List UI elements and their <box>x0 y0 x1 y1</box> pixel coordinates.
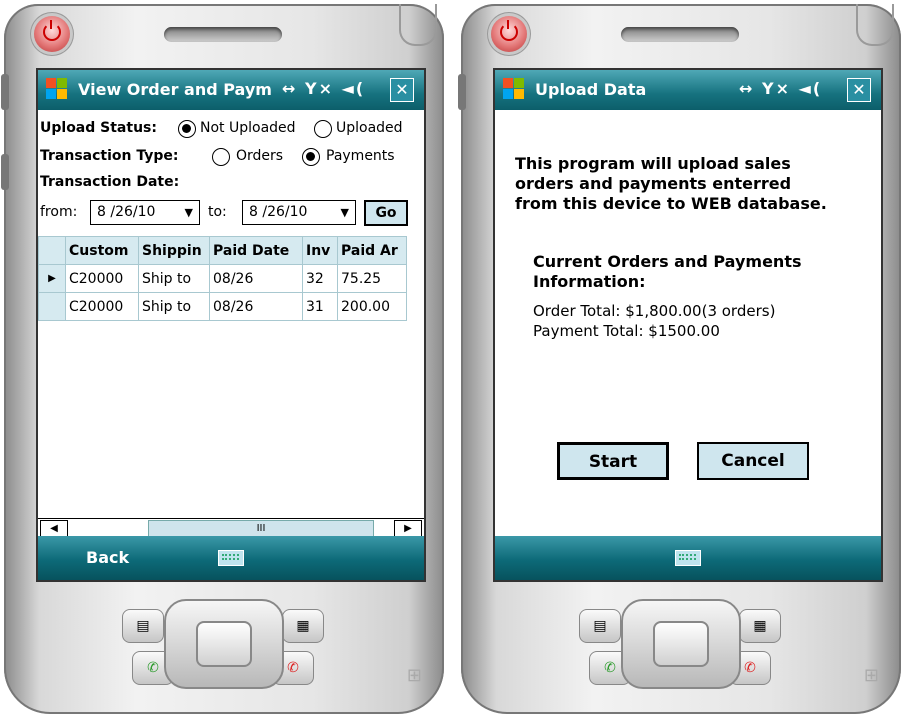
info-heading: Current Orders and Payments <box>533 252 802 271</box>
transaction-date-label: Transaction Date: <box>40 174 180 190</box>
dropdown-arrow-icon: ▼ <box>340 206 349 219</box>
start-button[interactable]: Start <box>557 442 669 480</box>
payment-total: Payment Total: $1500.00 <box>533 322 720 340</box>
windows-start-icon[interactable] <box>503 78 525 100</box>
table-row[interactable]: C20000 Ship to 08/26 31 200.00 <box>38 292 407 321</box>
close-button[interactable]: ✕ <box>390 78 414 102</box>
soft-key-bar <box>495 536 881 580</box>
speaker-grille <box>621 27 739 42</box>
side-button[interactable] <box>1 154 9 190</box>
windows-flag-icon: ⊞ <box>406 665 422 686</box>
message-line: This program will upload sales <box>515 154 791 173</box>
power-button[interactable] <box>34 16 70 52</box>
radio-not-uploaded[interactable] <box>178 120 196 138</box>
radio-not-uploaded-label: Not Uploaded <box>200 120 296 136</box>
start-key-icon[interactable]: ▤ <box>579 609 621 643</box>
column-header[interactable]: Paid Ar <box>337 236 407 265</box>
cell-customer: C20000 <box>65 264 139 293</box>
cell-invoice: 32 <box>302 264 338 293</box>
radio-payments[interactable] <box>302 148 320 166</box>
side-button[interactable] <box>1 74 9 110</box>
horizontal-scrollbar[interactable]: ◀ III ▶ <box>38 518 424 537</box>
cell-shipping: Ship to <box>138 292 210 321</box>
to-date-value: 8 /26/10 <box>249 204 308 220</box>
hardware-keys: ▤ ▦ ✆ ✆ <box>579 589 781 689</box>
column-header[interactable]: Inv <box>302 236 338 265</box>
table-row[interactable]: ▶ C20000 Ship to 08/26 32 75.25 <box>38 264 407 293</box>
radio-uploaded-label: Uploaded <box>336 120 403 136</box>
left-screen: View Order and Paym ↔ Y× ◄( ✕ Upload Sta… <box>36 68 426 582</box>
cancel-button[interactable]: Cancel <box>697 442 809 480</box>
column-header[interactable]: Shippin <box>138 236 210 265</box>
scroll-left-icon[interactable]: ◀ <box>40 520 68 537</box>
dropdown-arrow-icon: ▼ <box>184 206 193 219</box>
dpad-center-button[interactable] <box>653 621 709 667</box>
row-indicator-icon: ▶ <box>38 264 66 293</box>
status-icons: ↔ Y× ◄( <box>282 79 366 98</box>
info-heading: Information: <box>533 272 646 291</box>
right-screen: Upload Data ↔ Y× ◄( ✕ This program will … <box>493 68 883 582</box>
order-total: Order Total: $1,800.00(3 orders) <box>533 302 776 320</box>
to-label: to: <box>208 204 227 220</box>
grid-key-icon[interactable]: ▦ <box>282 609 324 643</box>
cell-paid-date: 08/26 <box>209 292 303 321</box>
to-date-picker[interactable]: 8 /26/10 ▼ <box>242 200 356 225</box>
back-softkey[interactable]: Back <box>86 548 129 567</box>
radio-uploaded[interactable] <box>314 120 332 138</box>
cell-invoice: 31 <box>302 292 338 321</box>
stylus-slot <box>856 4 894 46</box>
grid-corner <box>38 236 66 265</box>
cell-customer: C20000 <box>65 292 139 321</box>
row-selector <box>38 292 66 321</box>
from-label: from: <box>40 204 78 220</box>
cell-paid-date: 08/26 <box>209 264 303 293</box>
grid-key-icon[interactable]: ▦ <box>739 609 781 643</box>
grid-header-row: Custom Shippin Paid Date Inv Paid Ar <box>38 236 407 265</box>
from-date-value: 8 /26/10 <box>97 204 156 220</box>
keyboard-icon[interactable] <box>675 550 701 566</box>
radio-orders[interactable] <box>212 148 230 166</box>
dpad-center-button[interactable] <box>196 621 252 667</box>
column-header[interactable]: Custom <box>65 236 139 265</box>
speaker-grille <box>164 27 282 42</box>
cell-shipping: Ship to <box>138 264 210 293</box>
stylus-slot <box>399 4 437 46</box>
windows-start-icon[interactable] <box>46 78 68 100</box>
transaction-type-label: Transaction Type: <box>40 148 179 164</box>
from-date-picker[interactable]: 8 /26/10 ▼ <box>90 200 200 225</box>
payments-grid: Custom Shippin Paid Date Inv Paid Ar ▶ C… <box>38 236 407 321</box>
right-pocketpc-device: Upload Data ↔ Y× ◄( ✕ This program will … <box>458 4 901 714</box>
column-header[interactable]: Paid Date <box>209 236 303 265</box>
scroll-thumb[interactable]: III <box>148 520 374 537</box>
window-title: Upload Data <box>535 80 647 99</box>
radio-orders-label: Orders <box>236 148 284 164</box>
soft-key-bar: Back <box>38 536 424 580</box>
message-line: from this device to WEB database. <box>515 194 827 213</box>
title-bar: View Order and Paym ↔ Y× ◄( ✕ <box>38 70 424 110</box>
cell-paid-amount: 200.00 <box>337 292 407 321</box>
status-icons: ↔ Y× ◄( <box>739 79 823 98</box>
title-bar: Upload Data ↔ Y× ◄( ✕ <box>495 70 881 110</box>
power-icon <box>43 20 61 41</box>
message-line: orders and payments enterred <box>515 174 792 193</box>
window-title: View Order and Paym <box>78 80 272 99</box>
upload-status-label: Upload Status: <box>40 120 157 136</box>
keyboard-icon[interactable] <box>218 550 244 566</box>
scroll-right-icon[interactable]: ▶ <box>394 520 422 537</box>
start-key-icon[interactable]: ▤ <box>122 609 164 643</box>
left-pocketpc-device: View Order and Paym ↔ Y× ◄( ✕ Upload Sta… <box>1 4 444 714</box>
power-icon <box>500 20 518 41</box>
windows-flag-icon: ⊞ <box>863 665 879 686</box>
power-button[interactable] <box>491 16 527 52</box>
cell-paid-amount: 75.25 <box>337 264 407 293</box>
close-button[interactable]: ✕ <box>847 78 871 102</box>
hardware-keys: ▤ ▦ ✆ ✆ <box>122 589 324 689</box>
side-button[interactable] <box>458 74 466 110</box>
radio-payments-label: Payments <box>326 148 395 164</box>
go-button[interactable]: Go <box>364 200 408 226</box>
